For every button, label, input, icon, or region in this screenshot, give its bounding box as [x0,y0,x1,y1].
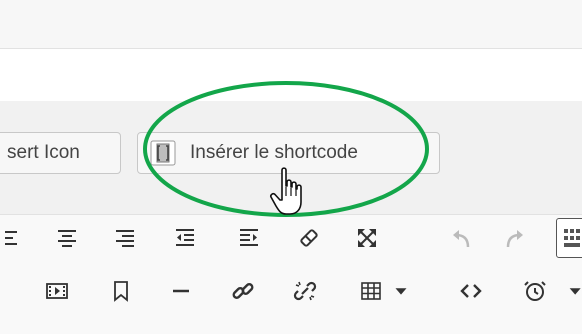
toolbar-row-1 [0,221,582,261]
clock-icon[interactable] [518,274,552,308]
horizontal-line-icon[interactable] [164,274,198,308]
align-center-icon[interactable] [50,221,84,255]
shortcode-icon [150,140,176,166]
toolbar-toggle-icon[interactable] [556,218,582,258]
outdent-icon[interactable] [168,221,202,255]
indent-icon[interactable] [232,221,266,255]
table-icon[interactable] [354,274,388,308]
top-background [0,0,582,48]
insert-shortcode-button-label: Insérer le shortcode [190,142,358,163]
media-icon[interactable] [40,274,74,308]
align-left-icon[interactable] [0,221,26,255]
bookmark-icon[interactable] [104,274,138,308]
more-dropdown-icon[interactable] [566,274,582,308]
code-icon[interactable] [454,274,488,308]
undo-icon[interactable] [444,221,478,255]
insert-shortcode-button[interactable]: Insérer le shortcode [137,132,440,174]
unlink-icon[interactable] [288,274,322,308]
toolbar-row-2 [0,274,582,314]
link-icon[interactable] [226,274,260,308]
insert-icon-button-label: sert Icon [7,142,80,163]
redo-icon[interactable] [498,221,532,255]
fullscreen-icon[interactable] [350,221,384,255]
table-dropdown-icon[interactable] [390,274,412,308]
title-field-area[interactable] [0,48,582,102]
align-right-icon[interactable] [108,221,142,255]
clear-formatting-icon[interactable] [292,221,326,255]
insert-icon-button[interactable]: sert Icon [0,132,121,174]
